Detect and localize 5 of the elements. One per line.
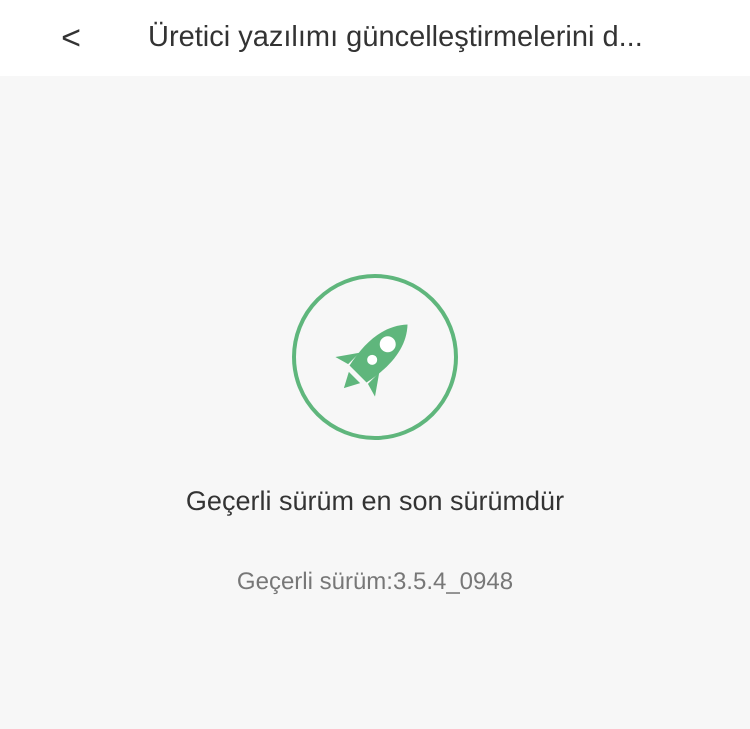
version-text: Geçerli sürüm:3.5.4_0948	[236, 566, 514, 596]
status-message: Geçerli sürüm en son sürümdür	[186, 485, 564, 518]
rocket-icon	[291, 273, 459, 441]
page-title: Üretici yazılımı güncelleştirmelerini d...	[148, 20, 643, 56]
back-button[interactable]: <	[56, 21, 86, 55]
